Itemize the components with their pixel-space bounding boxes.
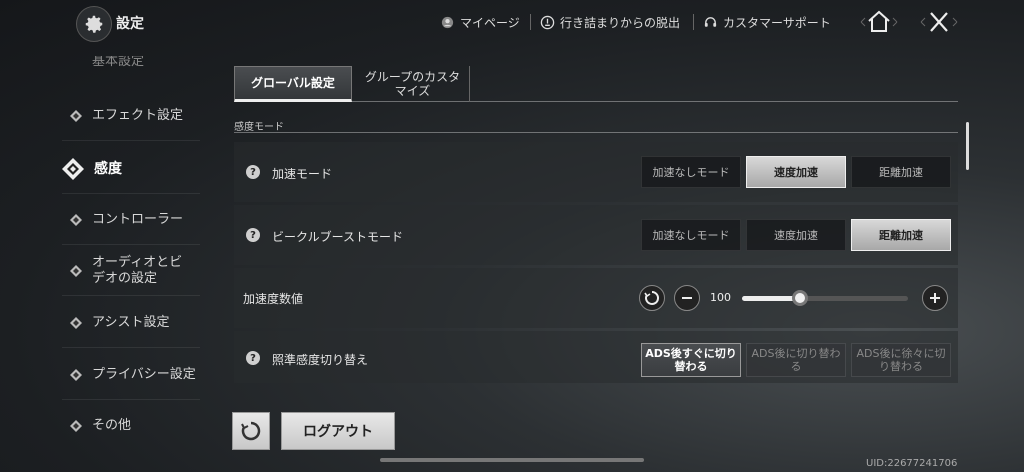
help-icon[interactable]: ?: [246, 351, 260, 365]
option-ads-instant[interactable]: ADS後すぐに切り替わる: [641, 343, 741, 377]
sidebar-item-label: アシスト設定: [92, 314, 170, 330]
logout-button[interactable]: ログアウト: [281, 412, 395, 450]
accel-slider[interactable]: [742, 290, 908, 306]
mypage-label: マイページ: [460, 16, 520, 30]
diamond-icon: [70, 213, 82, 226]
section-divider: [234, 132, 958, 133]
slider-handle[interactable]: [792, 290, 808, 306]
sidebar-item-label: プライバシー設定: [92, 366, 196, 382]
reset-all-button[interactable]: [232, 412, 270, 450]
diamond-icon: [62, 157, 84, 180]
headset-icon: [704, 17, 717, 27]
diamond-icon: [70, 368, 82, 381]
setting-label: 加速モード: [272, 167, 333, 181]
stuck-escape-link[interactable]: 行き詰まりからの脱出: [540, 14, 680, 31]
mypage-link[interactable]: マイページ: [440, 14, 520, 31]
stuck-escape-label: 行き詰まりからの脱出: [560, 16, 681, 30]
reset-value-button[interactable]: [639, 285, 665, 311]
option-ads-gradual[interactable]: ADS後に徐々に切り替わる: [851, 343, 951, 377]
diamond-icon: [70, 109, 82, 122]
option-speed-accel[interactable]: 速度加速: [746, 156, 846, 188]
sidebar-item-label: エフェクト設定: [92, 107, 184, 123]
close-button[interactable]: [917, 6, 961, 38]
section-title: 感度モード: [234, 122, 284, 133]
reset-icon: [644, 290, 659, 305]
sidebar-item-label: 基本設定: [92, 56, 145, 69]
tab-label: グループのカスタマイズ: [364, 70, 461, 98]
help-icon[interactable]: ?: [246, 165, 260, 179]
option-speed-accel[interactable]: 速度加速: [746, 219, 846, 251]
top-bar: 設定 マイページ 行き詰まりからの脱出 カスタマーサポート: [0, 0, 1024, 46]
diamond-icon: [70, 316, 82, 329]
settings-gear-badge: [76, 6, 112, 42]
sidebar-item-partial[interactable]: 基本設定: [62, 56, 200, 76]
option-ads-after[interactable]: ADS後に切り替わる: [746, 343, 846, 377]
sidebar-item-other[interactable]: その他: [62, 401, 200, 451]
option-distance-accel[interactable]: 距離加速: [851, 219, 951, 251]
option-no-accel[interactable]: 加速なしモード: [641, 156, 741, 188]
option-distance-accel[interactable]: 距離加速: [851, 156, 951, 188]
sidebar-item-sensitivity[interactable]: 感度: [62, 144, 200, 194]
tab-label: グローバル設定: [251, 76, 335, 90]
setting-label: ビークルブーストモード: [272, 230, 404, 244]
close-icon: [920, 12, 958, 32]
setting-row-aim-switch: ? 照準感度切り替え ADS後すぐに切り替わる ADS後に切り替わる ADS後に…: [234, 331, 958, 383]
option-no-accel[interactable]: 加速なしモード: [641, 219, 741, 251]
horizontal-scrollbar[interactable]: [380, 458, 644, 462]
vertical-scrollbar[interactable]: [966, 122, 969, 170]
sidebar-item-audio-video[interactable]: オーディオとビデオの設定: [62, 246, 200, 296]
accel-value-readout: 100: [710, 291, 731, 304]
home-icon: [860, 10, 898, 32]
sidebar-item-label: コントローラー: [92, 211, 184, 227]
header-divider: [530, 14, 531, 30]
gear-icon: [85, 15, 103, 33]
customer-support-link[interactable]: カスタマーサポート: [703, 14, 831, 31]
sidebar-item-controller[interactable]: コントローラー: [62, 195, 200, 245]
diamond-icon: [70, 264, 82, 277]
sidebar-item-privacy[interactable]: プライバシー設定: [62, 350, 200, 400]
setting-row-accel-mode: ? 加速モード 加速なしモード 速度加速 距離加速: [234, 142, 958, 202]
user-icon: [441, 16, 454, 29]
setting-label: 加速度数値: [243, 292, 304, 306]
tab-bar: グローバル設定 グループのカスタマイズ: [234, 66, 958, 102]
page-title: 設定: [116, 16, 144, 32]
setting-row-vehicle-boost: ? ビークルブーストモード 加速なしモード 速度加速 距離加速: [234, 205, 958, 265]
header-divider: [693, 14, 694, 30]
minus-icon: [682, 297, 692, 299]
escape-icon: [540, 15, 555, 30]
decrease-button[interactable]: [674, 285, 700, 311]
sidebar-item-label: 感度: [94, 160, 122, 177]
setting-label: 照準感度切り替え: [272, 353, 369, 367]
increase-button[interactable]: [922, 285, 948, 311]
home-button[interactable]: [857, 6, 901, 38]
sidebar-item-effects[interactable]: エフェクト設定: [62, 91, 200, 141]
tab-global-settings[interactable]: グローバル設定: [234, 66, 352, 102]
setting-row-accel-value: 加速度数値 100: [234, 268, 958, 328]
customer-support-label: カスタマーサポート: [723, 16, 831, 30]
diamond-icon: [70, 420, 82, 432]
tab-group-customize[interactable]: グループのカスタマイズ: [356, 66, 470, 102]
plus-icon: [930, 293, 940, 303]
sidebar-item-label: オーディオとビデオの設定: [92, 254, 183, 286]
sidebar-item-assist[interactable]: アシスト設定: [62, 298, 200, 348]
user-id: UID:22677241706: [866, 458, 958, 469]
sidebar-item-label: その他: [92, 418, 132, 433]
reset-icon: [241, 421, 261, 441]
help-icon[interactable]: ?: [246, 228, 260, 242]
